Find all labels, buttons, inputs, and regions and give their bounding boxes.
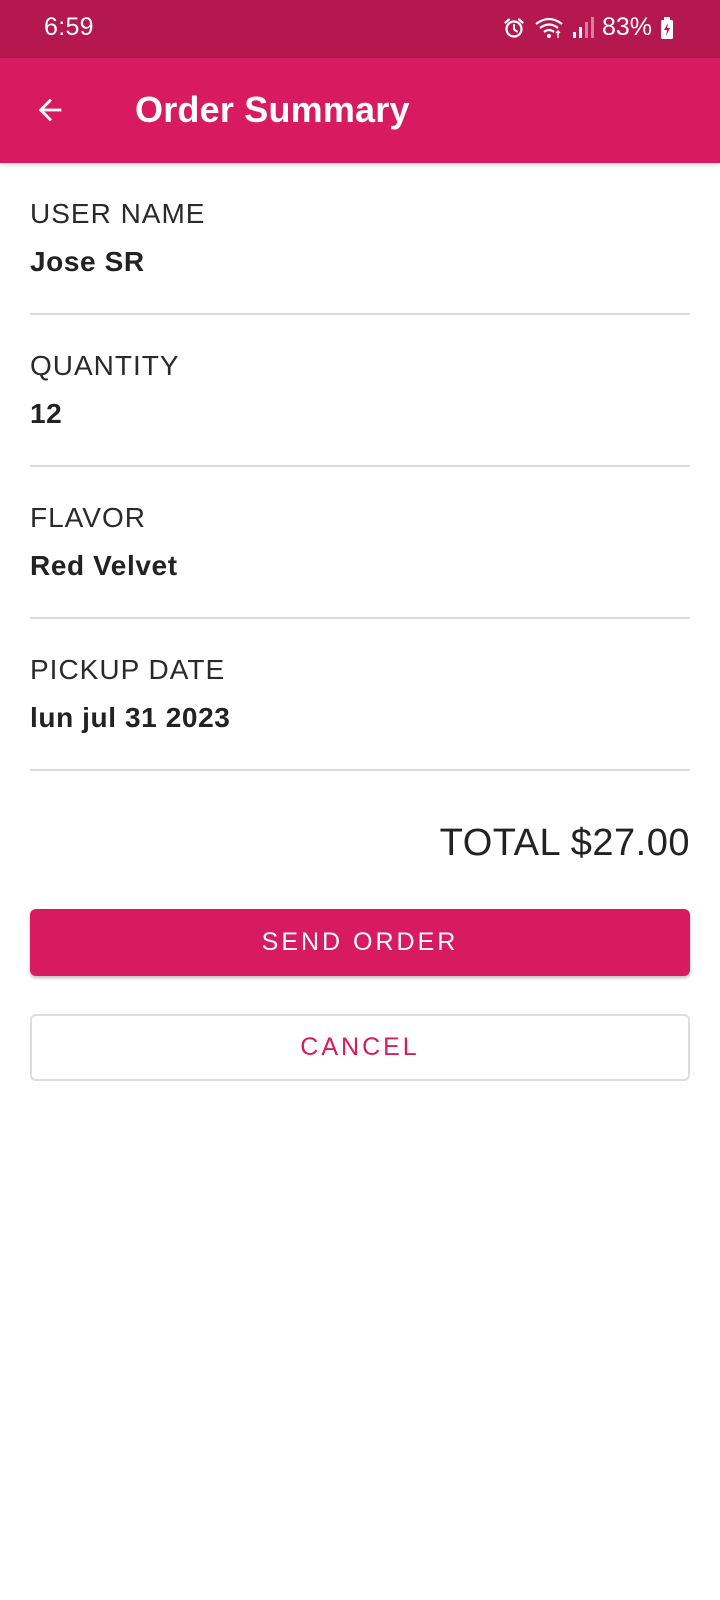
- field-user-name: USER NAME Jose SR: [30, 163, 690, 315]
- order-total: TOTAL $27.00: [439, 822, 690, 864]
- field-value: 12: [30, 398, 63, 429]
- field-value: lun jul 31 2023: [30, 702, 231, 733]
- battery-percent: 83%: [601, 13, 652, 41]
- back-button[interactable]: [22, 84, 78, 140]
- app-bar: Order Summary: [0, 58, 720, 163]
- battery-charging-icon: [660, 16, 674, 40]
- status-bar: 6:59 83%: [0, 0, 720, 58]
- field-quantity: QUANTITY 12: [30, 315, 690, 467]
- page-title: Order Summary: [135, 89, 410, 130]
- field-label: FLAVOR: [30, 502, 146, 533]
- field-value: Jose SR: [30, 246, 145, 277]
- field-pickup-date: PICKUP DATE lun jul 31 2023: [30, 619, 690, 771]
- field-label: QUANTITY: [30, 350, 180, 381]
- cancel-button[interactable]: CANCEL: [30, 1014, 690, 1081]
- field-flavor: FLAVOR Red Velvet: [30, 467, 690, 619]
- field-label: PICKUP DATE: [30, 654, 226, 685]
- wifi-icon: [534, 16, 564, 40]
- order-summary-list: USER NAME Jose SR QUANTITY 12 FLAVOR Red…: [30, 163, 690, 771]
- signal-icon: [572, 16, 594, 40]
- field-label: USER NAME: [30, 198, 206, 229]
- status-icons: 83%: [502, 13, 674, 42]
- status-time: 6:59: [44, 13, 94, 41]
- arrow-back-icon: [33, 93, 67, 132]
- send-order-button[interactable]: SEND ORDER: [30, 909, 690, 976]
- alarm-icon: [502, 16, 526, 40]
- field-value: Red Velvet: [30, 550, 178, 581]
